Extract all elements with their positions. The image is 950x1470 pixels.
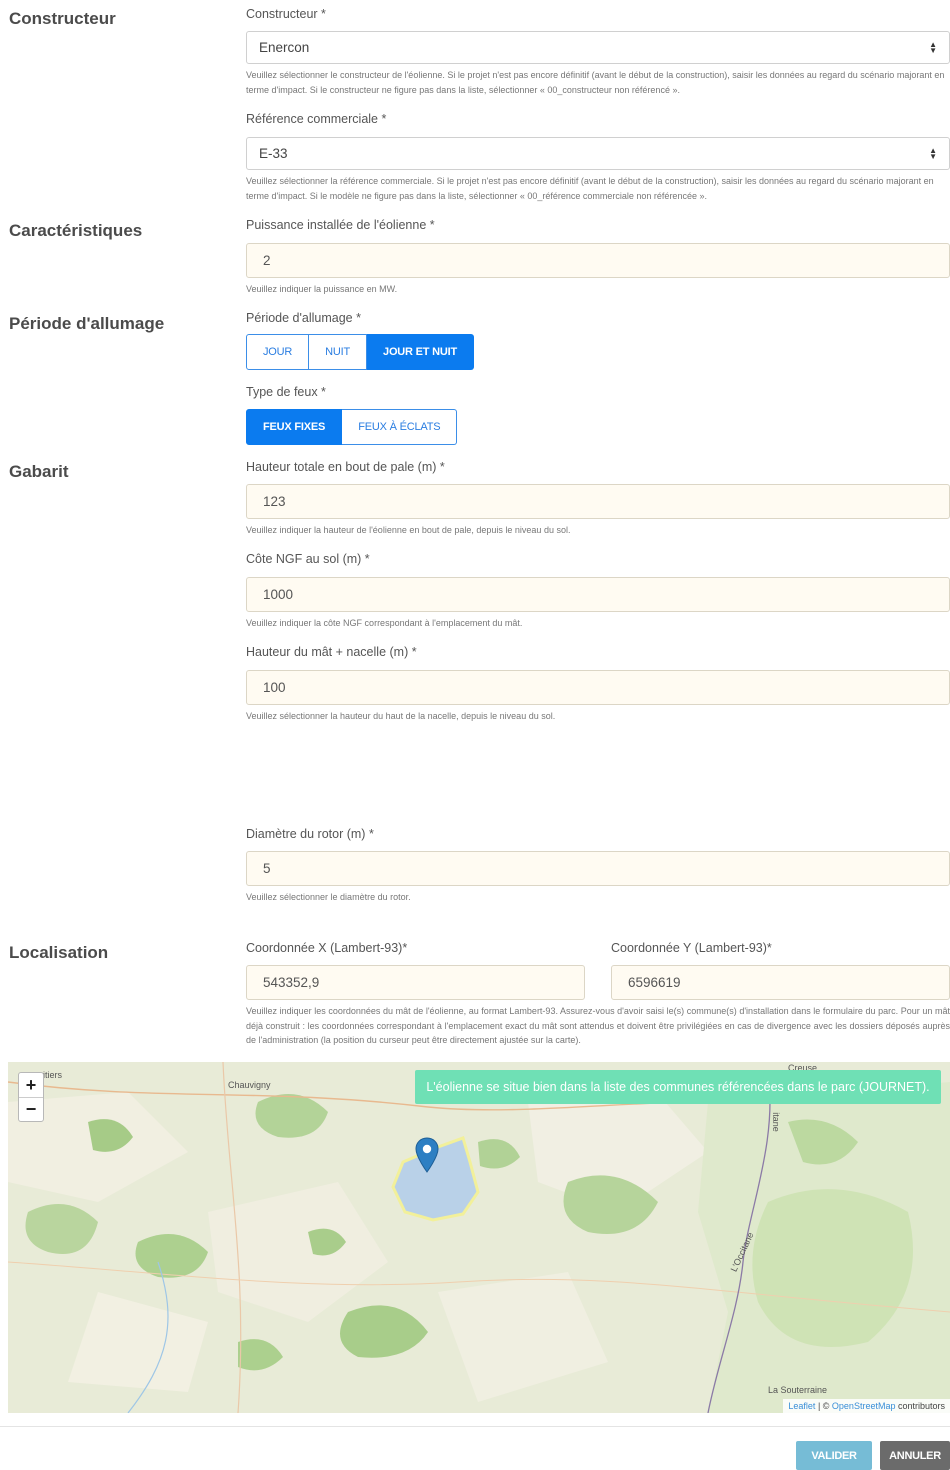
map-tiles bbox=[8, 1062, 950, 1413]
diametre-help: Veuillez sélectionner le diamètre du rot… bbox=[246, 892, 411, 902]
periode-option-nuit[interactable]: NUIT bbox=[309, 334, 368, 370]
reference-value: E-33 bbox=[259, 146, 288, 161]
periode-option-jour-et-nuit[interactable]: JOUR ET NUIT bbox=[367, 334, 475, 370]
zoom-in-button[interactable]: + bbox=[19, 1073, 43, 1097]
periode-toggle-group: JOUR NUIT JOUR ET NUIT bbox=[246, 334, 475, 370]
leaflet-link[interactable]: Leaflet bbox=[788, 1401, 815, 1411]
zoom-out-button[interactable]: − bbox=[19, 1097, 43, 1121]
constructeur-value: Enercon bbox=[259, 40, 310, 55]
attribution-contributors: contributors bbox=[895, 1401, 945, 1411]
section-title-localisation: Localisation bbox=[9, 943, 109, 962]
map[interactable]: Chauvigny oitiers Creuse La Souterraine … bbox=[8, 1062, 950, 1413]
osm-link[interactable]: OpenStreetMap bbox=[832, 1401, 896, 1411]
map-attribution: Leaflet | © OpenStreetMap contributors bbox=[783, 1399, 950, 1413]
puissance-input[interactable]: 2 bbox=[246, 243, 950, 278]
type-feux-option-fixes[interactable]: FEUX FIXES bbox=[246, 409, 343, 445]
periode-option-jour[interactable]: JOUR bbox=[246, 334, 310, 370]
coord-x-label: Coordonnée X (Lambert-93)* bbox=[246, 941, 408, 955]
select-arrows-icon: ▲ ▼ bbox=[929, 145, 937, 161]
constructeur-label: Constructeur * bbox=[246, 7, 326, 21]
hauteur-mat-input[interactable]: 100 bbox=[246, 670, 950, 705]
diametre-input[interactable]: 5 bbox=[246, 851, 950, 886]
hauteur-mat-label: Hauteur du mât + nacelle (m) * bbox=[246, 645, 417, 659]
attribution-separator: | © bbox=[815, 1401, 832, 1411]
puissance-label: Puissance installée de l'éolienne * bbox=[246, 218, 435, 232]
zoom-control: + − bbox=[18, 1072, 44, 1122]
footer-divider bbox=[0, 1426, 950, 1427]
select-arrows-icon: ▲ ▼ bbox=[929, 39, 937, 55]
place-chauvigny: Chauvigny bbox=[228, 1080, 271, 1090]
hauteur-mat-help: Veuillez sélectionner la hauteur du haut… bbox=[246, 711, 556, 721]
coord-y-label: Coordonnée Y (Lambert-93)* bbox=[611, 941, 772, 955]
cote-ngf-help: Veuillez indiquer la côte NGF correspond… bbox=[246, 618, 523, 628]
type-feux-toggle-group: FEUX FIXES FEUX À ÉCLATS bbox=[246, 409, 458, 445]
hauteur-totale-input[interactable]: 123 bbox=[246, 484, 950, 519]
place-itane: itane bbox=[770, 1112, 781, 1132]
map-notice: L'éolienne se situe bien dans la liste d… bbox=[415, 1070, 941, 1104]
hauteur-totale-label: Hauteur totale en bout de pale (m) * bbox=[246, 460, 445, 474]
type-feux-option-eclats[interactable]: FEUX À ÉCLATS bbox=[342, 409, 458, 445]
type-feux-label: Type de feux * bbox=[246, 385, 326, 399]
coord-x-input[interactable]: 543352,9 bbox=[246, 965, 585, 1000]
constructeur-select[interactable]: Enercon ▲ ▼ bbox=[246, 31, 950, 64]
reference-label: Référence commerciale * bbox=[246, 112, 387, 126]
reference-select[interactable]: E-33 ▲ ▼ bbox=[246, 137, 950, 170]
section-title-constructeur: Constructeur bbox=[9, 9, 116, 28]
map-marker-icon[interactable] bbox=[415, 1137, 439, 1173]
section-title-caracteristiques: Caractéristiques bbox=[9, 221, 143, 240]
hauteur-totale-help: Veuillez indiquer la hauteur de l'éolien… bbox=[246, 525, 571, 535]
reference-help: Veuillez sélectionner la référence comme… bbox=[246, 176, 934, 201]
periode-label: Période d'allumage * bbox=[246, 311, 361, 325]
coord-y-input[interactable]: 6596619 bbox=[611, 965, 950, 1000]
coord-help: Veuillez indiquer les coordonnées du mât… bbox=[246, 1006, 950, 1045]
annuler-button[interactable]: ANNULER bbox=[880, 1441, 950, 1470]
section-title-periode: Période d'allumage bbox=[9, 314, 165, 333]
constructeur-help: Veuillez sélectionner le constructeur de… bbox=[246, 70, 945, 95]
cote-ngf-input[interactable]: 1000 bbox=[246, 577, 950, 612]
cote-ngf-label: Côte NGF au sol (m) * bbox=[246, 552, 370, 566]
valider-button[interactable]: VALIDER bbox=[796, 1441, 872, 1470]
diametre-label: Diamètre du rotor (m) * bbox=[246, 827, 374, 841]
place-la-souterraine: La Souterraine bbox=[768, 1385, 828, 1395]
section-title-gabarit: Gabarit bbox=[9, 462, 69, 481]
puissance-help: Veuillez indiquer la puissance en MW. bbox=[246, 284, 398, 294]
